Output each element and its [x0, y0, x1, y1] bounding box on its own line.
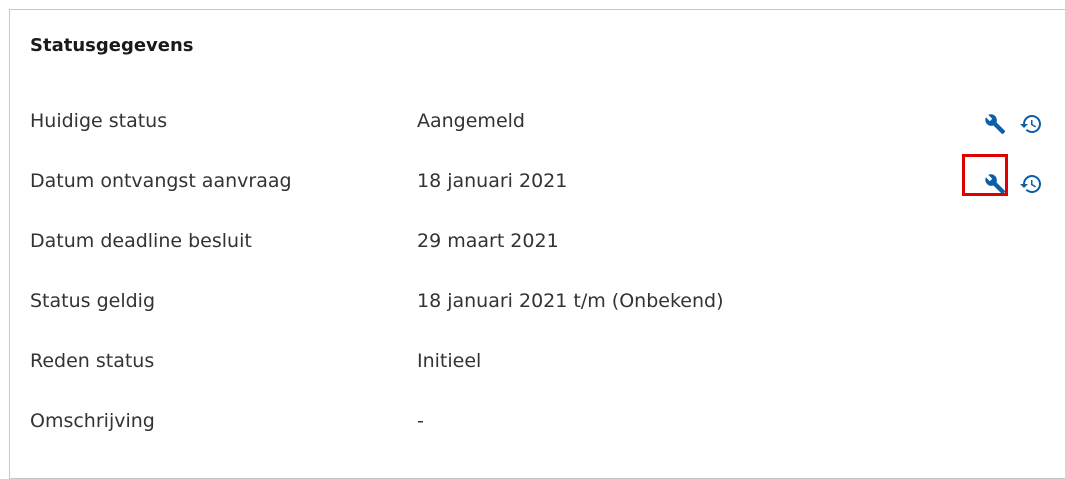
- status-row-deadline-date: Datum deadline besluit 29 maart 2021: [10, 222, 1065, 262]
- row-value: 18 januari 2021 t/m (Onbekend): [417, 290, 724, 312]
- row-label: Status geldig: [30, 290, 156, 312]
- status-panel: Statusgegevens Huidige status Aangemeld …: [9, 9, 1065, 479]
- row-label: Reden status: [30, 350, 155, 372]
- row-label: Datum ontvangst aanvraag: [30, 170, 292, 192]
- status-row-valid: Status geldig 18 januari 2021 t/m (Onbek…: [10, 282, 1065, 322]
- row-label: Datum deadline besluit: [30, 230, 252, 252]
- status-row-receipt-date: Datum ontvangst aanvraag 18 januari 2021: [10, 162, 1065, 202]
- row-actions: [980, 107, 1060, 139]
- row-value: Aangemeld: [417, 110, 525, 132]
- row-value: Initieel: [417, 350, 482, 372]
- history-icon[interactable]: [1018, 111, 1044, 137]
- row-value: 29 maart 2021: [417, 230, 559, 252]
- row-label: Omschrijving: [30, 410, 155, 432]
- panel-title: Statusgegevens: [30, 35, 194, 56]
- wrench-icon[interactable]: [982, 111, 1008, 137]
- status-row-description: Omschrijving -: [10, 402, 1065, 442]
- row-label: Huidige status: [30, 110, 168, 132]
- history-icon[interactable]: [1018, 171, 1044, 197]
- status-row-reason: Reden status Initieel: [10, 342, 1065, 382]
- highlight-box: [962, 154, 1008, 196]
- status-row-current-status: Huidige status Aangemeld: [10, 102, 1065, 142]
- row-value: -: [417, 410, 424, 432]
- row-value: 18 januari 2021: [417, 170, 568, 192]
